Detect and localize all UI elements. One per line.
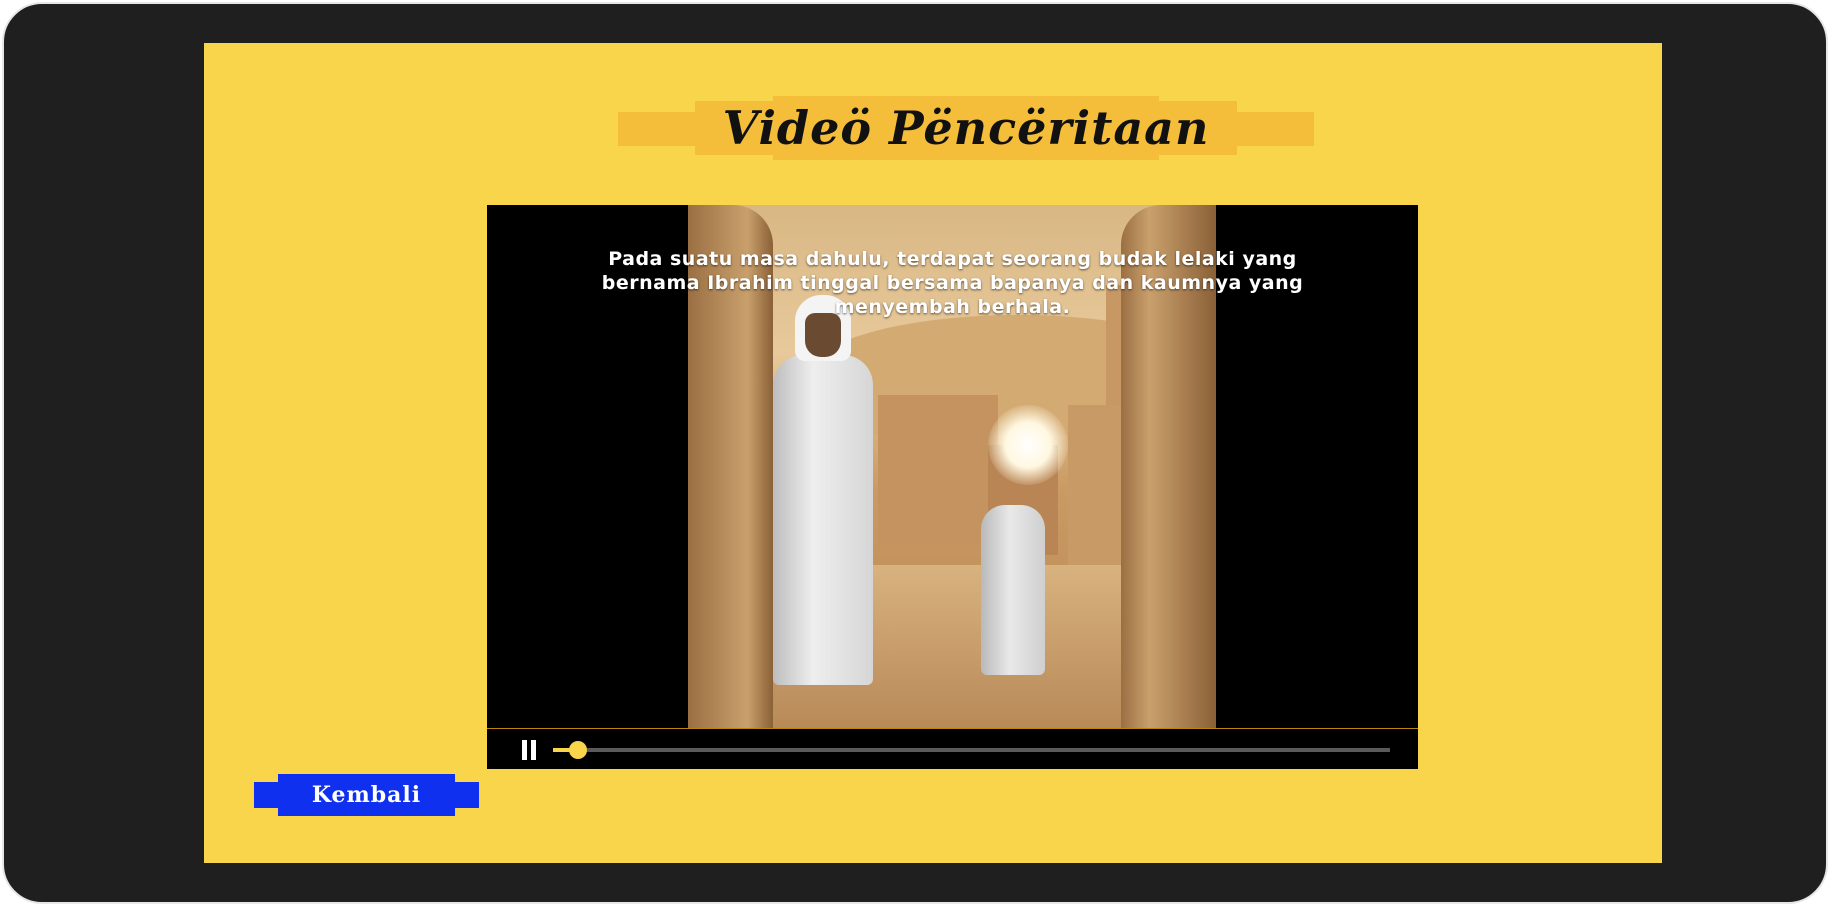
pause-icon[interactable] (521, 740, 539, 760)
video-controls (487, 728, 1418, 769)
video-player[interactable]: Pada suatu masa dahulu, terdapat seorang… (487, 205, 1418, 769)
boy-figure (973, 475, 1053, 685)
progress-thumb[interactable] (569, 741, 588, 759)
progress-track[interactable] (553, 741, 1390, 759)
back-button[interactable]: Kembali (254, 774, 479, 816)
video-caption: Pada suatu masa dahulu, terdapat seorang… (601, 248, 1304, 318)
glowing-light (988, 405, 1068, 485)
page-title: Videö Pëncëritaan (722, 101, 1210, 155)
man-figure (763, 295, 883, 695)
